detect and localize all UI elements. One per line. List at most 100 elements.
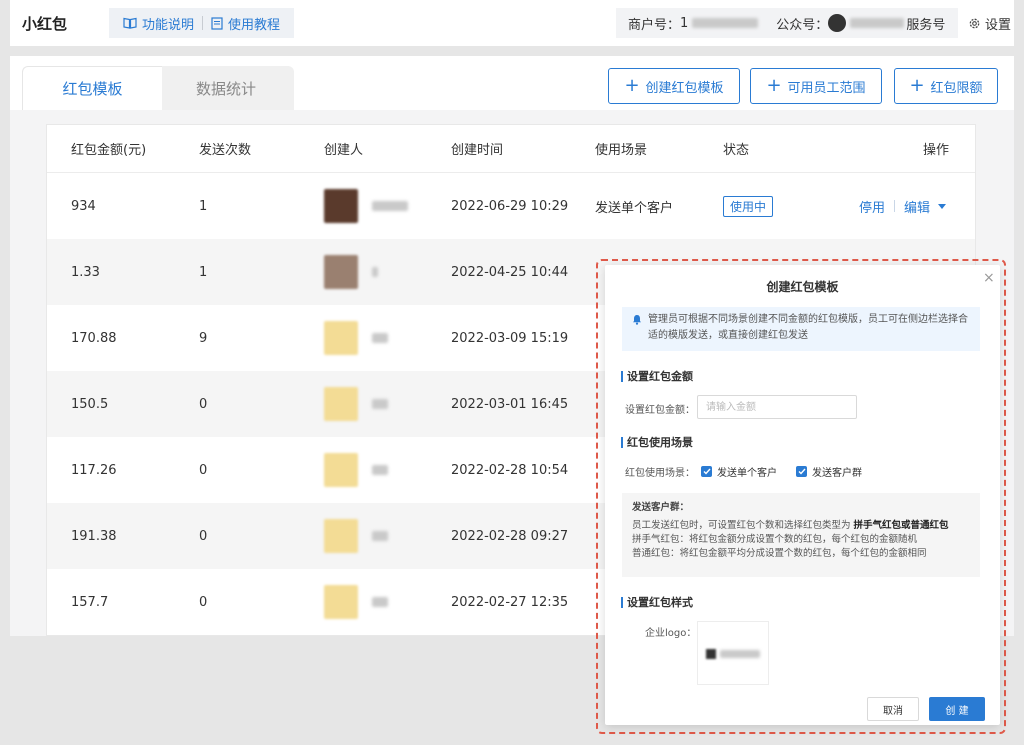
logo-name-redacted [720,650,760,658]
creator-avatar [324,453,358,487]
section-style-title: 设置红包样式 [621,597,693,608]
tutorial-link[interactable]: 使用教程 [205,14,286,33]
row-creator [324,503,388,569]
feature-guide-label: 功能说明 [142,17,195,33]
notice-text: 管理员可根据不同场景创建不同金额的红包模版，员工可在侧边栏选择合适的模版发送，或… [648,314,968,341]
settings-label: 设置 [985,18,1012,33]
create-button[interactable]: 创 建 [929,697,985,721]
header-count: 发送次数 [199,143,252,158]
tip-title: 发送客户群： [632,502,690,513]
row-amount: 934 [71,198,96,214]
group-tip-box: 发送客户群： 员工发送红包时，可设置红包个数和选择红包类型为 拼手气红包或普通红… [622,493,980,577]
row-amount: 170.88 [71,330,117,346]
edit-link[interactable]: 编辑 [904,197,930,216]
row-creator [324,569,388,635]
row-count: 0 [199,462,208,478]
cancel-button[interactable]: 取消 [867,697,919,721]
creator-avatar [324,585,358,619]
settings-button[interactable]: 设置 [968,14,1011,33]
creator-name-redacted [372,333,388,343]
amount-input[interactable] [697,395,857,419]
app-title: 小红包 [22,15,68,33]
row-time: 2022-04-25 10:44 [451,264,569,280]
create-template-dialog: 创建红包模板 × 管理员可根据不同场景创建不同金额的红包模版，员工可在侧边栏选择… [605,265,1000,725]
status-badge: 使用中 [723,195,774,217]
row-time: 2022-02-28 10:54 [451,462,569,478]
row-scene: 发送单个客户 [595,200,674,216]
row-amount: 157.7 [71,594,109,610]
account-info: 商户号： 1 公众号： 服务号 [616,8,958,38]
row-count: 1 [199,264,208,280]
row-creator [324,173,408,239]
creator-avatar [324,255,358,289]
tab-templates[interactable]: 红包模板 [22,66,162,110]
merchant-number: 1 [680,15,689,31]
creator-name-redacted [372,597,388,607]
plus-icon: + [766,75,782,96]
row-creator [324,239,378,305]
limit-button[interactable]: + 红包限额 [894,68,998,104]
row-amount: 150.5 [71,396,109,412]
row-status: 使用中 [723,173,774,239]
row-time: 2022-03-01 16:45 [451,396,569,412]
plus-icon: + [909,75,925,96]
official-account-label: 公众号： [776,17,829,33]
logo-upload[interactable] [697,621,769,685]
creator-name-redacted [372,201,408,211]
row-time: 2022-02-28 09:27 [451,528,569,544]
info-notice: 管理员可根据不同场景创建不同金额的红包模版，员工可在侧边栏选择合适的模版发送，或… [622,307,980,351]
merchant-number-redacted [692,18,759,28]
scene-single-checkbox[interactable]: 发送单个客户 [701,464,777,479]
feature-guide-link[interactable]: 功能说明 [117,14,200,33]
official-account-avatar [828,14,847,32]
official-account-redacted [850,18,905,28]
disable-link[interactable]: 停用 [859,197,885,216]
row-count: 9 [199,330,208,346]
scene-single-label: 发送单个客户 [717,468,777,479]
tab-statistics[interactable]: 数据统计 [158,66,294,110]
dialog-title: 创建红包模板 [766,280,839,294]
creator-name-redacted [372,399,388,409]
staff-scope-button[interactable]: + 可用员工范围 [750,68,882,104]
tip-line-1: 员工发送红包时，可设置红包个数和选择红包类型为 拼手气红包或普通红包 [632,519,980,533]
header-amount: 红包金额(元) [71,143,147,158]
plus-icon: + [624,75,640,96]
nav-divider [202,16,204,30]
gear-icon [968,17,981,30]
tip-line-1-text: 员工发送红包时，可设置红包个数和选择红包类型为 [632,520,854,531]
document-icon [211,16,223,30]
creator-name-redacted [372,465,388,475]
close-icon[interactable]: × [983,270,995,286]
row-time: 2022-03-09 15:19 [451,330,569,346]
scene-group-checkbox[interactable]: 发送客户群 [796,464,862,479]
header-status: 状态 [723,143,750,158]
row-count: 0 [199,528,208,544]
header-creator: 创建人 [324,143,364,158]
row-creator [324,305,388,371]
chevron-down-icon[interactable] [938,203,947,209]
row-count: 1 [199,198,208,214]
top-bar: 小红包 功能说明 使用教程 商户号： 1 公众号： 服务号 设置 [10,0,1014,46]
action-divider [894,200,896,212]
creator-avatar [324,189,358,223]
tutorial-label: 使用教程 [228,17,281,33]
header-scene: 使用场景 [595,143,648,158]
merchant-label: 商户号： [628,17,681,33]
official-account-type: 服务号 [906,17,946,33]
table-header: 红包金额(元) 发送次数 创建人 创建时间 使用场景 状态 操作 [47,125,975,173]
create-template-button[interactable]: + 创建红包模板 [608,68,740,104]
row-time: 2022-06-29 10:29 [451,198,569,214]
row-count: 0 [199,594,208,610]
table-row: 934 1 2022-06-29 10:29 发送单个客户 使用中 停用 编辑 [47,173,975,239]
creator-name-redacted [372,531,388,541]
creator-name-redacted [372,267,378,277]
scene-label: 红包使用场景： [625,468,695,479]
header-time: 创建时间 [451,143,504,158]
logo-image [706,649,716,659]
bell-icon [632,314,642,331]
creator-avatar [324,321,358,355]
limit-label: 红包限额 [930,80,983,96]
tip-line-2: 拼手气红包：将红包金额分成设置个数的红包，每个红包的金额随机 [632,534,918,545]
row-creator [324,371,388,437]
create-template-label: 创建红包模板 [645,80,724,96]
